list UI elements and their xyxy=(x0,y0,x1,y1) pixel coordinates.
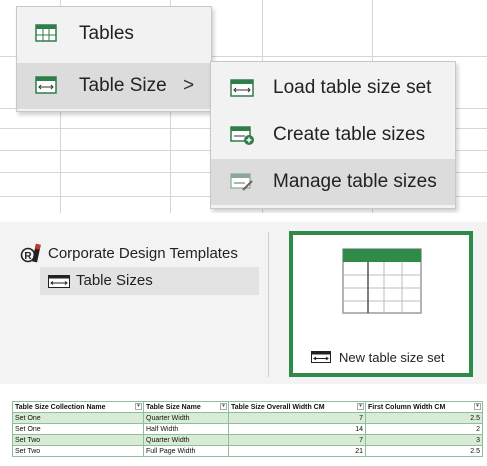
submenu: Load table size set Create table sizes M… xyxy=(210,61,456,209)
tree-item-corporate-design-templates[interactable]: R Corporate Design Templates xyxy=(20,242,238,264)
manage-table-size-icon xyxy=(230,173,253,191)
svg-text:R: R xyxy=(24,251,32,262)
tree-root-label: Corporate Design Templates xyxy=(48,244,238,262)
column-header[interactable]: Table Size Name ▾ xyxy=(143,401,229,413)
context-menu: Tables Table Size > xyxy=(16,6,212,112)
table-cell[interactable]: 2.5 xyxy=(365,412,483,424)
table-cell[interactable]: Half Width xyxy=(143,423,229,435)
menu-item-table-size[interactable]: Table Size > xyxy=(17,63,211,109)
submenu-arrow-icon: > xyxy=(183,75,195,96)
menu-item-label: Table Size xyxy=(79,75,167,96)
table-cell[interactable]: 21 xyxy=(228,445,366,457)
submenu-item-label: Manage table sizes xyxy=(273,171,437,192)
table-cell[interactable]: Full Page Width xyxy=(143,445,229,457)
submenu-item-manage-table-sizes[interactable]: Manage table sizes xyxy=(211,159,455,205)
column-header[interactable]: Table Size Collection Name ▾ xyxy=(12,401,144,413)
filter-dropdown-icon[interactable]: ▾ xyxy=(357,403,364,410)
filter-dropdown-icon[interactable]: ▾ xyxy=(474,403,481,410)
spreadsheet-background: Tables Table Size > Load table size set … xyxy=(0,0,487,213)
table-cell[interactable]: 7 xyxy=(228,412,366,424)
table-size-icon xyxy=(35,76,57,94)
table-row: Set Two Full Page Width 21 2.5 xyxy=(12,445,483,457)
table-cell[interactable]: Set Two xyxy=(12,445,144,457)
table-cell[interactable]: Set One xyxy=(12,423,144,435)
submenu-item-label: Create table sizes xyxy=(273,124,426,145)
table-row: Set One Half Width 14 2 xyxy=(12,423,483,435)
table-size-data-table: Table Size Collection Name ▾ Table Size N… xyxy=(12,401,483,457)
tree-child-label: Table Sizes xyxy=(76,272,153,289)
column-header[interactable]: Table Size Overall Width CM ▾ xyxy=(228,401,366,413)
menu-item-label: Tables xyxy=(79,23,134,44)
filter-dropdown-icon[interactable]: ▾ xyxy=(220,403,227,410)
table-sizes-icon xyxy=(48,275,70,288)
table-cell[interactable]: 3 xyxy=(365,434,483,446)
table-preview-icon xyxy=(342,248,422,314)
table-cell[interactable]: Quarter Width xyxy=(143,434,229,446)
tile-label: New table size set xyxy=(339,349,445,365)
menu-item-tables[interactable]: Tables xyxy=(17,11,211,57)
table-cell[interactable]: Set One xyxy=(12,412,144,424)
table-row: Set One Quarter Width 7 2.5 xyxy=(12,412,483,424)
table-cell[interactable]: 7 xyxy=(228,434,366,446)
table-cell[interactable]: 2 xyxy=(365,423,483,435)
table-cell[interactable]: 14 xyxy=(228,423,366,435)
column-header[interactable]: First Column Width CM ▾ xyxy=(365,401,483,413)
submenu-item-load-table-size-set[interactable]: Load table size set xyxy=(211,65,455,111)
table-row: Set Two Quarter Width 7 3 xyxy=(12,434,483,446)
table-cell[interactable]: Set Two xyxy=(12,434,144,446)
submenu-item-label: Load table size set xyxy=(273,77,432,98)
submenu-item-create-table-sizes[interactable]: Create table sizes xyxy=(211,112,455,158)
panel-divider xyxy=(268,232,269,377)
tree-item-table-sizes[interactable]: Table Sizes xyxy=(40,267,259,295)
table-icon xyxy=(35,24,57,42)
corporate-design-icon: R xyxy=(20,243,41,263)
table-cell[interactable]: 2.5 xyxy=(365,445,483,457)
tile-caption: New table size set xyxy=(311,347,445,367)
create-table-size-icon xyxy=(230,126,254,145)
table-cell[interactable]: Quarter Width xyxy=(143,412,229,424)
new-table-size-set-tile[interactable]: New table size set xyxy=(289,231,473,377)
load-table-size-icon xyxy=(230,79,254,97)
template-panel: R Corporate Design Templates Table Sizes xyxy=(0,222,487,384)
table-size-icon xyxy=(311,351,331,363)
filter-dropdown-icon[interactable]: ▾ xyxy=(135,403,142,410)
table-header-row: Table Size Collection Name ▾ Table Size N… xyxy=(12,401,483,413)
